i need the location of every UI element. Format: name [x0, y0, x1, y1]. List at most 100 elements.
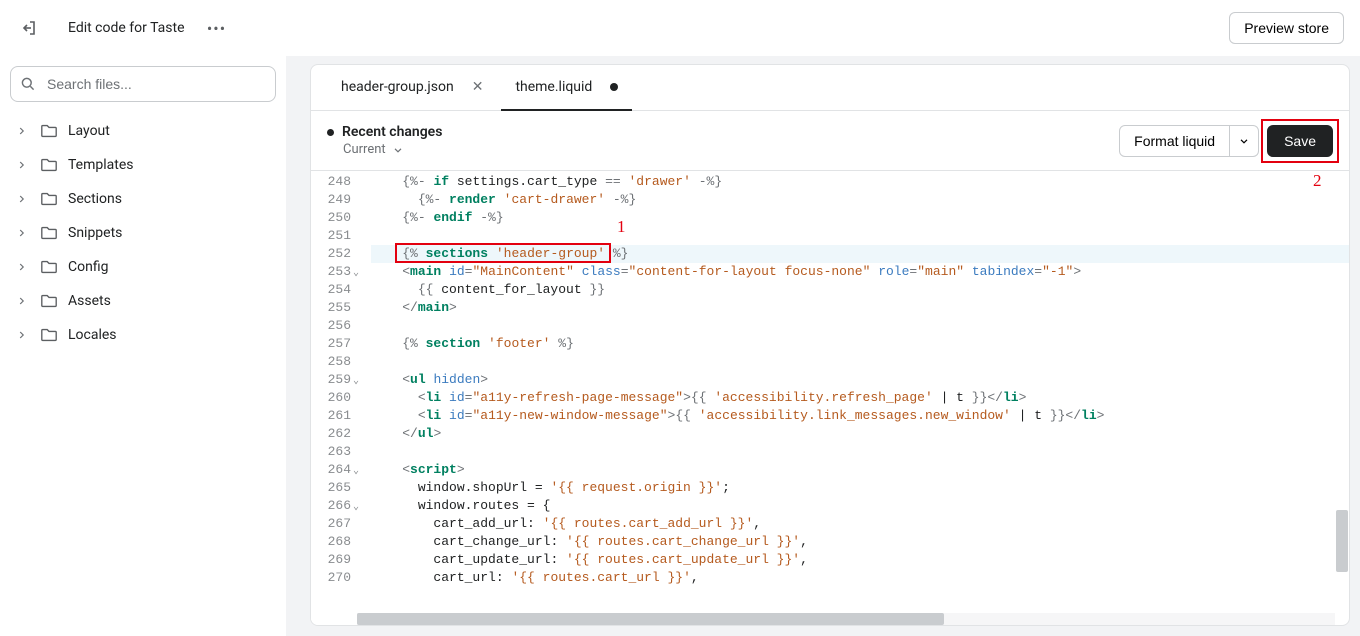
folder-icon — [40, 122, 58, 140]
save-button[interactable]: Save — [1267, 125, 1333, 157]
code-line[interactable]: cart_add_url: '{{ routes.cart_add_url }}… — [371, 515, 1349, 533]
code-line[interactable] — [371, 227, 1349, 245]
line-number: 269 — [311, 551, 351, 569]
fold-chevron-icon[interactable]: ⌄ — [353, 373, 359, 391]
code-line[interactable]: </ul> — [371, 425, 1349, 443]
horizontal-scrollbar[interactable] — [357, 613, 1335, 625]
editor-box: header-group.json ✕ theme.liquid Recent ch… — [310, 64, 1350, 626]
current-version-dropdown[interactable]: Current — [343, 142, 442, 157]
chevron-right-icon — [16, 193, 30, 205]
line-number: 258 — [311, 353, 351, 371]
code-line[interactable]: {% section 'footer' %} — [371, 335, 1349, 353]
sidebar-item-label: Config — [68, 259, 108, 275]
more-icon[interactable]: ••• — [205, 16, 229, 40]
toolbar-left: Recent changes Current — [327, 124, 442, 157]
current-label: Current — [343, 142, 386, 157]
line-number: 267 — [311, 515, 351, 533]
code-line[interactable]: {% sections 'header-group' %} — [371, 245, 1349, 263]
chevron-right-icon — [16, 295, 30, 307]
toolbar: Recent changes Current Format liquid Sa — [311, 111, 1349, 171]
line-number: 262 — [311, 425, 351, 443]
tab-theme-liquid[interactable]: theme.liquid — [501, 65, 632, 111]
fold-chevron-icon[interactable]: ⌄ — [353, 499, 359, 517]
code-line[interactable]: </main> — [371, 299, 1349, 317]
preview-store-button[interactable]: Preview store — [1229, 12, 1344, 44]
format-liquid-caret[interactable] — [1230, 125, 1259, 157]
sidebar-item-sections[interactable]: Sections — [10, 182, 276, 216]
line-number: 268 — [311, 533, 351, 551]
topbar-left: Edit code for Taste ••• — [16, 16, 229, 40]
topbar: Edit code for Taste ••• Preview store — [0, 0, 1360, 56]
sidebar-item-label: Sections — [68, 191, 122, 207]
line-number: 257 — [311, 335, 351, 353]
sidebar-item-locales[interactable]: Locales — [10, 318, 276, 352]
fold-chevron-icon[interactable]: ⌄ — [353, 463, 359, 481]
folder-icon — [40, 292, 58, 310]
search-wrap — [10, 66, 276, 102]
code-line[interactable] — [371, 443, 1349, 461]
folder-icon — [40, 156, 58, 174]
chevron-right-icon — [16, 159, 30, 171]
sidebar-item-assets[interactable]: Assets — [10, 284, 276, 318]
fold-chevron-icon[interactable]: ⌄ — [353, 265, 359, 283]
line-number: 270 — [311, 569, 351, 587]
code-line[interactable]: {%- render 'cart-drawer' -%} — [371, 191, 1349, 209]
code-line[interactable]: <main id="MainContent" class="content-fo… — [371, 263, 1349, 281]
search-input[interactable] — [10, 66, 276, 102]
recent-changes-label: Recent changes — [342, 124, 442, 140]
code-line[interactable]: {{ content_for_layout }} — [371, 281, 1349, 299]
line-number: 264⌄ — [311, 461, 351, 479]
code-line[interactable]: {%- endif -%} — [371, 209, 1349, 227]
editor-pane: header-group.json ✕ theme.liquid Recent ch… — [286, 56, 1360, 636]
code-line[interactable]: window.shopUrl = '{{ request.origin }}'; — [371, 479, 1349, 497]
code-line[interactable]: <script> — [371, 461, 1349, 479]
sidebar-item-config[interactable]: Config — [10, 250, 276, 284]
sidebar-item-label: Assets — [68, 293, 111, 309]
code-line[interactable] — [371, 353, 1349, 371]
search-icon — [20, 76, 36, 92]
topbar-right: Preview store — [1229, 12, 1344, 44]
line-number: 251 — [311, 227, 351, 245]
code-line[interactable]: <li id="a11y-new-window-message">{{ 'acc… — [371, 407, 1349, 425]
close-icon[interactable]: ✕ — [472, 79, 484, 95]
dirty-indicator-dot — [327, 129, 334, 136]
page-title: Edit code for Taste — [68, 20, 185, 36]
sidebar-item-label: Templates — [68, 157, 134, 173]
line-number: 259⌄ — [311, 371, 351, 389]
sidebar-item-snippets[interactable]: Snippets — [10, 216, 276, 250]
file-tree: Layout Templates Sections Snippets Confi… — [10, 114, 276, 352]
chevron-down-icon — [1238, 135, 1250, 147]
code-line[interactable]: cart_update_url: '{{ routes.cart_update_… — [371, 551, 1349, 569]
code-line[interactable]: <li id="a11y-refresh-page-message">{{ 'a… — [371, 389, 1349, 407]
code-line[interactable]: <ul hidden> — [371, 371, 1349, 389]
code-editor[interactable]: 248249250251252253⌄254255256257258259⌄26… — [311, 171, 1349, 625]
sidebar-item-label: Layout — [68, 123, 110, 139]
code-line[interactable]: cart_url: '{{ routes.cart_url }}', — [371, 569, 1349, 587]
chevron-right-icon — [16, 261, 30, 273]
recent-changes-row: Recent changes — [327, 124, 442, 140]
exit-icon[interactable] — [16, 16, 40, 40]
line-number: 266⌄ — [311, 497, 351, 515]
line-number: 263 — [311, 443, 351, 461]
sidebar-item-templates[interactable]: Templates — [10, 148, 276, 182]
chevron-down-icon — [392, 144, 404, 156]
tab-header-group-json[interactable]: header-group.json ✕ — [327, 65, 497, 111]
format-liquid-button[interactable]: Format liquid — [1119, 125, 1230, 157]
horizontal-scrollbar-thumb[interactable] — [357, 613, 944, 625]
code-line[interactable]: window.routes = { — [371, 497, 1349, 515]
tabs-bar: header-group.json ✕ theme.liquid — [311, 65, 1349, 111]
line-number: 265 — [311, 479, 351, 497]
toolbar-right: Format liquid Save — [1119, 125, 1333, 157]
line-number: 261 — [311, 407, 351, 425]
line-number: 252 — [311, 245, 351, 263]
line-number: 248 — [311, 173, 351, 191]
sidebar-item-layout[interactable]: Layout — [10, 114, 276, 148]
tab-label: header-group.json — [341, 79, 454, 95]
chevron-right-icon — [16, 125, 30, 137]
code-line[interactable] — [371, 317, 1349, 335]
vertical-scrollbar-thumb[interactable] — [1336, 510, 1348, 572]
code-line[interactable]: cart_change_url: '{{ routes.cart_change_… — [371, 533, 1349, 551]
code-content[interactable]: {%- if settings.cart_type == 'drawer' -%… — [357, 171, 1349, 625]
code-line[interactable]: {%- if settings.cart_type == 'drawer' -%… — [371, 173, 1349, 191]
format-button-group: Format liquid — [1119, 125, 1259, 157]
